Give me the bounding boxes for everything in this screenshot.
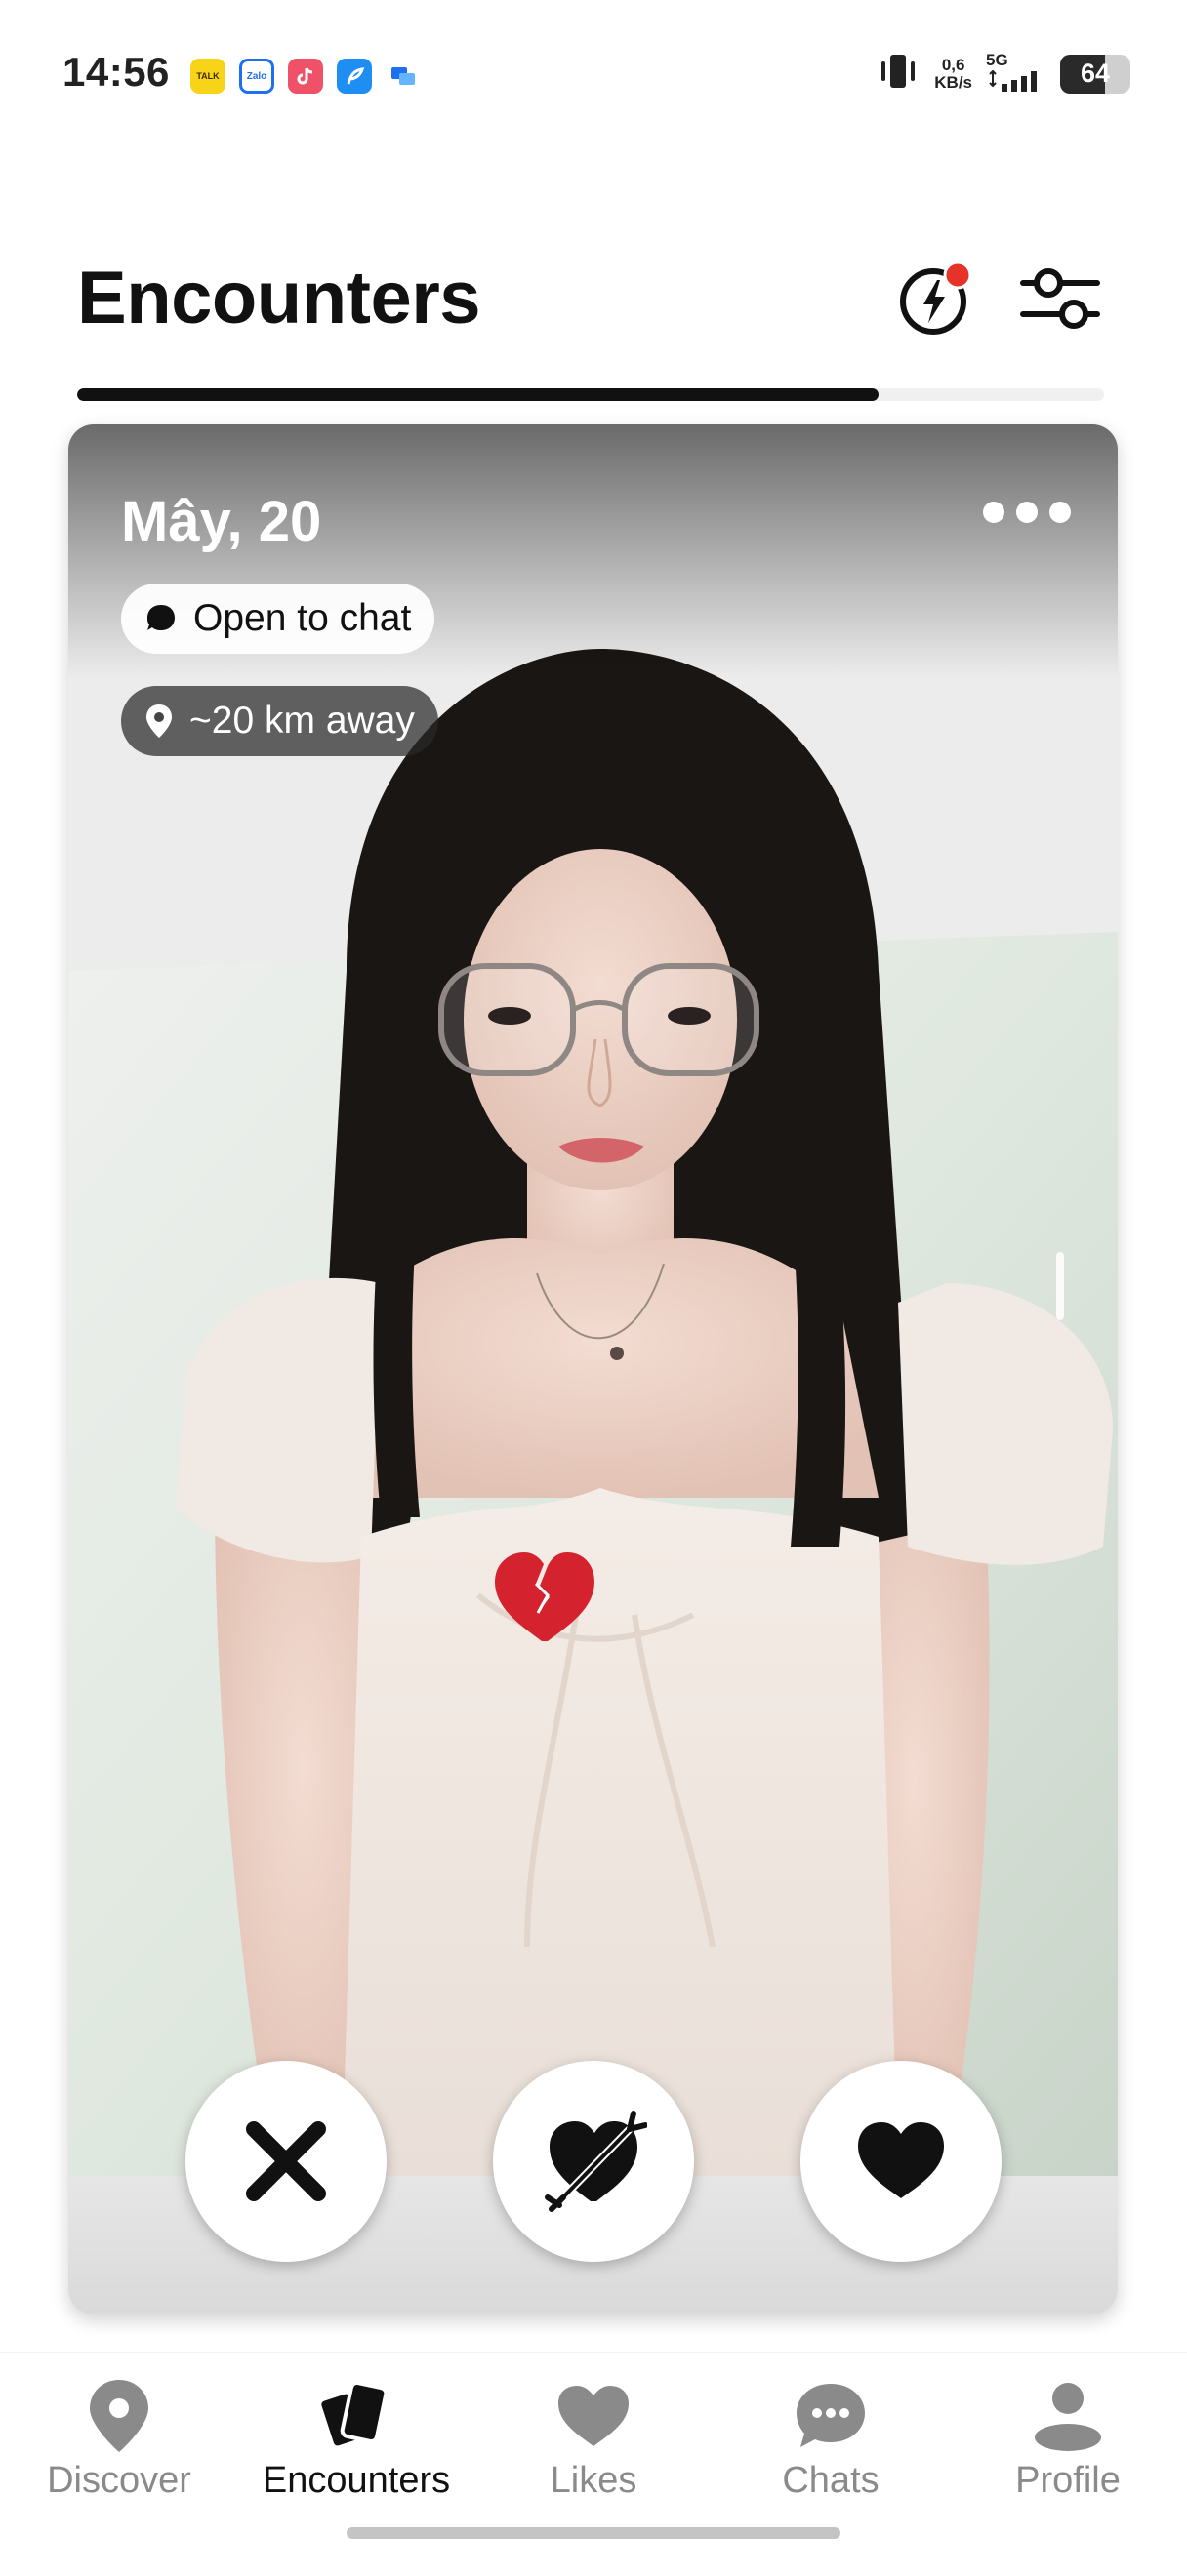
battery-icon: 64 bbox=[1060, 54, 1130, 94]
nav-item-profile[interactable]: Profile bbox=[951, 2353, 1185, 2518]
feather-app-icon bbox=[337, 59, 372, 94]
profile-name-age: Mây, 20 bbox=[121, 490, 322, 553]
more-dot-icon bbox=[1049, 502, 1071, 523]
tiktok-icon bbox=[288, 59, 323, 94]
lightning-icon bbox=[900, 261, 972, 335]
chat-bubble-icon bbox=[787, 2372, 875, 2460]
status-time: 14:56 bbox=[62, 49, 170, 95]
network-speed-value: 0,6 bbox=[941, 55, 965, 74]
page-title: Encounters bbox=[77, 257, 481, 340]
signal-icon bbox=[986, 69, 1046, 97]
messenger-icon bbox=[386, 59, 421, 94]
close-icon bbox=[246, 2121, 326, 2201]
zalo-label: Zalo bbox=[246, 70, 267, 82]
nav-item-encounters[interactable]: Encounters bbox=[239, 2353, 473, 2518]
cards-icon bbox=[312, 2372, 400, 2460]
more-dot-icon bbox=[983, 502, 1004, 523]
zalo-icon: Zalo bbox=[239, 59, 274, 94]
pass-button[interactable] bbox=[185, 2061, 387, 2262]
encounters-screen: 14:56 TALK Zalo 0,6 KB/s 5G 64 Encounter… bbox=[0, 0, 1187, 2576]
nav-label-chats: Chats bbox=[782, 2460, 880, 2501]
profile-progress-fill bbox=[77, 388, 879, 401]
profile-progress-track bbox=[77, 388, 1104, 401]
signal-indicator: 5G bbox=[986, 51, 1046, 97]
boost-button[interactable] bbox=[896, 259, 976, 339]
status-bar: 14:56 TALK Zalo 0,6 KB/s 5G 64 bbox=[0, 0, 1187, 146]
nav-label-likes: Likes bbox=[550, 2460, 637, 2501]
sliders-icon bbox=[1020, 268, 1100, 329]
location-pin-icon bbox=[75, 2372, 163, 2460]
filter-button[interactable] bbox=[1019, 262, 1101, 336]
notification-badge bbox=[943, 261, 972, 290]
battery-level: 64 bbox=[1080, 59, 1111, 88]
heart-icon bbox=[550, 2372, 637, 2460]
network-type: 5G bbox=[986, 51, 1008, 69]
vibrate-icon bbox=[876, 52, 921, 96]
broken-heart-icon bbox=[493, 1549, 596, 1646]
more-options-button[interactable] bbox=[983, 493, 1071, 532]
network-speed-unit: KB/s bbox=[934, 72, 972, 92]
status-indicators: 0,6 KB/s 5G 64 bbox=[876, 51, 1130, 97]
heart-icon bbox=[858, 2122, 944, 2198]
open-to-chat-badge: Open to chat bbox=[121, 584, 435, 654]
kakaotalk-icon: TALK bbox=[190, 59, 225, 94]
photo-scroll-indicator bbox=[1056, 1252, 1064, 1320]
chat-bubble-icon bbox=[147, 605, 175, 630]
bottom-nav: Discover Encounters Likes Chats Profile bbox=[0, 2352, 1187, 2517]
crush-heart-arrow-icon bbox=[545, 2111, 647, 2212]
nav-label-profile: Profile bbox=[1015, 2460, 1121, 2501]
crush-button[interactable] bbox=[493, 2061, 694, 2262]
nav-item-likes[interactable]: Likes bbox=[476, 2353, 711, 2518]
location-pin-icon bbox=[146, 704, 172, 738]
notification-icons: TALK Zalo bbox=[190, 59, 421, 94]
person-icon bbox=[1024, 2372, 1112, 2460]
nav-item-discover[interactable]: Discover bbox=[2, 2353, 236, 2518]
distance-label: ~20 km away bbox=[189, 700, 415, 742]
home-indicator[interactable] bbox=[347, 2527, 840, 2539]
distance-badge: ~20 km away bbox=[121, 686, 438, 756]
nav-label-discover: Discover bbox=[47, 2460, 191, 2501]
open-to-chat-label: Open to chat bbox=[193, 597, 412, 639]
nav-item-chats[interactable]: Chats bbox=[714, 2353, 948, 2518]
more-dot-icon bbox=[1016, 502, 1038, 523]
talk-label: TALK bbox=[196, 71, 220, 81]
nav-label-encounters: Encounters bbox=[262, 2460, 451, 2501]
network-speed: 0,6 KB/s bbox=[934, 55, 972, 92]
profile-card[interactable]: Mây, 20 Open to chat ~20 km away bbox=[68, 424, 1118, 2314]
like-button[interactable] bbox=[800, 2061, 1002, 2262]
